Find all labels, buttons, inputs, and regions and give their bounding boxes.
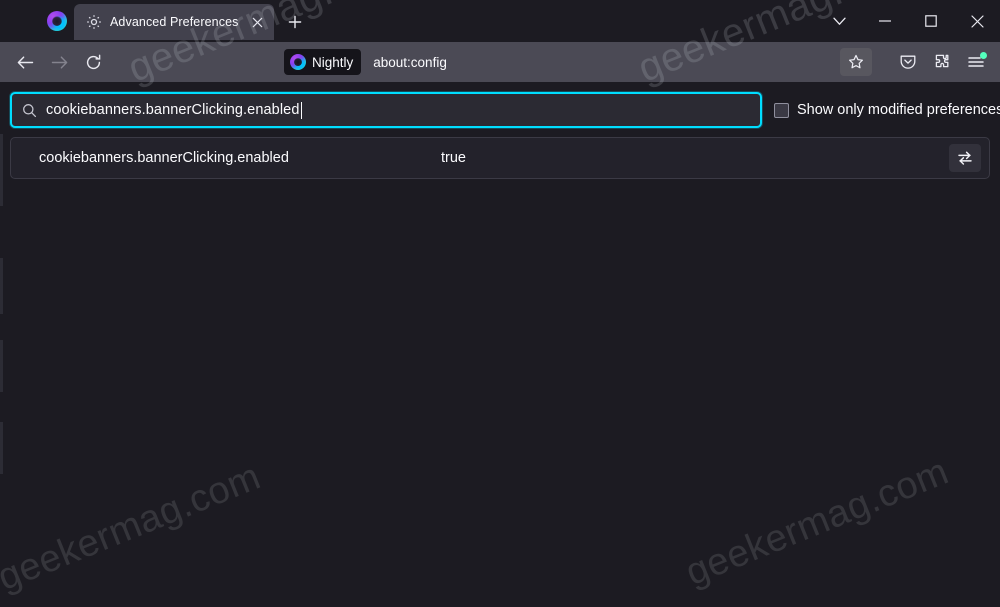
maximize-button[interactable] — [908, 0, 954, 42]
about-config-page: cookiebanners.bannerClicking.enabled Sho… — [0, 82, 1000, 607]
show-modified-checkbox[interactable] — [774, 102, 789, 118]
toolbar-right-buttons — [892, 47, 992, 77]
tab-title: Advanced Preferences — [110, 15, 239, 29]
bookmark-star-icon[interactable] — [840, 48, 872, 76]
show-modified-checkbox-row[interactable]: Show only modified preferences — [774, 102, 1000, 118]
gear-icon — [86, 14, 102, 30]
navigation-toolbar: Nightly about:config — [0, 42, 1000, 82]
identity-chip[interactable]: Nightly — [284, 49, 362, 75]
firefox-nightly-logo-icon — [40, 0, 74, 42]
titlebar-left: Advanced Preferences — [0, 0, 310, 42]
window-controls — [862, 0, 1000, 42]
list-all-tabs-button[interactable] — [816, 0, 862, 42]
urlbar-actions — [840, 48, 872, 76]
back-button[interactable] — [8, 47, 42, 77]
identity-chip-label: Nightly — [312, 54, 354, 70]
preference-name: cookiebanners.bannerClicking.enabled — [39, 150, 289, 166]
preference-actions — [949, 144, 981, 172]
extensions-icon[interactable] — [926, 47, 958, 77]
about-config-filter-row: cookiebanners.bannerClicking.enabled Sho… — [0, 91, 1000, 129]
toggle-arrows-icon[interactable] — [949, 144, 981, 172]
text-caret — [300, 101, 302, 119]
search-input-value: cookiebanners.bannerClicking.enabled — [46, 102, 300, 118]
window-edge-sliver — [0, 82, 3, 607]
nightly-logo-icon — [290, 54, 306, 70]
preference-value: true — [441, 150, 466, 166]
tab-advanced-preferences[interactable]: Advanced Preferences — [74, 4, 275, 40]
search-icon — [22, 103, 38, 118]
url-bar[interactable]: Nightly about:config — [114, 47, 878, 77]
show-modified-label: Show only modified preferences — [797, 102, 1000, 118]
titlebar-right — [816, 0, 1000, 42]
title-bar: Advanced Preferences — [0, 0, 1000, 42]
tab-strip: Advanced Preferences — [74, 0, 310, 42]
url-text: about:config — [373, 54, 447, 70]
close-window-button[interactable] — [954, 0, 1000, 42]
forward-button[interactable] — [42, 47, 76, 77]
app-menu-update-badge — [980, 52, 987, 59]
reload-button[interactable] — [76, 47, 110, 77]
table-row[interactable]: cookiebanners.bannerClicking.enabled tru… — [10, 137, 990, 179]
new-tab-button[interactable] — [280, 7, 310, 37]
preferences-list: cookiebanners.bannerClicking.enabled tru… — [10, 137, 990, 179]
app-menu-button[interactable] — [960, 47, 992, 77]
search-input[interactable]: cookiebanners.bannerClicking.enabled — [10, 92, 762, 128]
close-icon[interactable] — [246, 11, 268, 33]
pocket-icon[interactable] — [892, 47, 924, 77]
browser-window: Advanced Preferences Nightly about:confi… — [0, 0, 1000, 607]
minimize-button[interactable] — [862, 0, 908, 42]
